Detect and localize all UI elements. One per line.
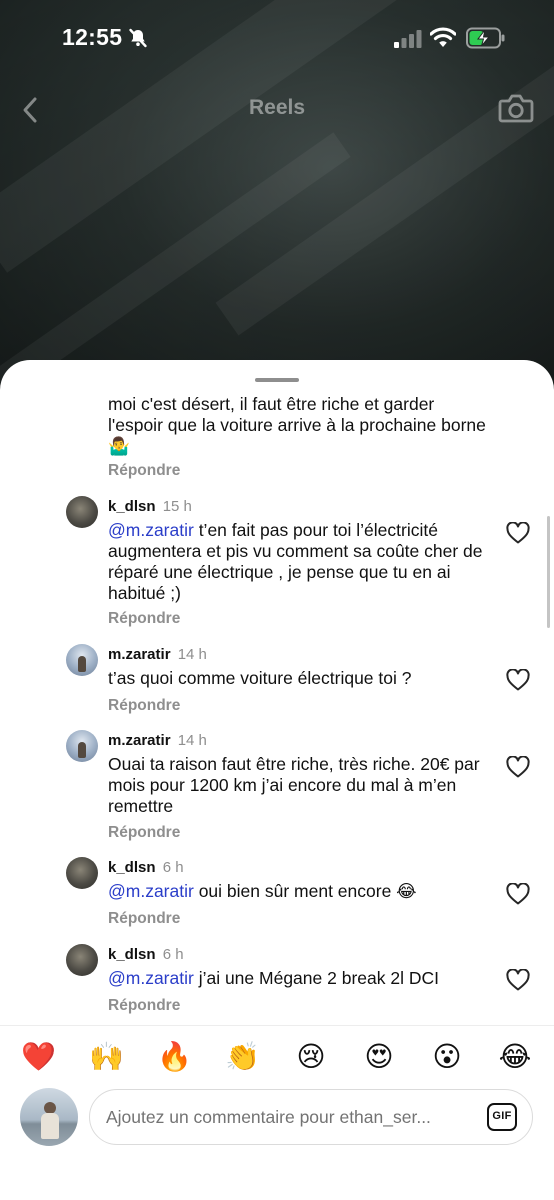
cellular-signal-icon <box>394 30 422 48</box>
reaction-clap-emoji[interactable]: 👏 <box>225 1040 260 1074</box>
reply-button[interactable]: Répondre <box>108 610 180 628</box>
avatar[interactable] <box>66 496 98 528</box>
reply-button[interactable]: Répondre <box>108 697 180 715</box>
mention-link[interactable]: @m.zaratir <box>108 881 194 901</box>
comment-text: @m.zaratir j’ai une Mégane 2 break 2l DC… <box>108 968 488 989</box>
comment-text: t’as quoi comme voiture électrique toi ? <box>108 668 412 688</box>
reaction-fire-emoji[interactable]: 🔥 <box>157 1040 192 1074</box>
comment-time: 6 h <box>162 946 184 963</box>
comment-time: 6 h <box>162 859 184 876</box>
comment-time: 14 h <box>177 732 207 749</box>
avatar[interactable] <box>66 644 98 676</box>
reaction-surprised-emoji[interactable]: 😮 <box>430 1040 464 1074</box>
nav-bar: Reels <box>0 88 554 132</box>
comment-username[interactable]: k_dlsn <box>108 859 156 876</box>
comment-text: moi c'est désert, il faut être riche et … <box>108 394 486 456</box>
like-heart-icon[interactable] <box>506 756 530 778</box>
comment-username[interactable]: m.zaratir <box>108 732 171 749</box>
comments-list: moi c'est désert, il faut être riche et … <box>0 360 554 1025</box>
gif-button[interactable]: GIF <box>487 1103 517 1131</box>
comment-header: m.zaratir 14 h <box>108 732 207 750</box>
camera-icon[interactable] <box>498 92 534 124</box>
quick-reactions-bar: ❤️ 🙌 🔥 👏 😢 😍 😮 😂 <box>0 1025 554 1085</box>
comment-username[interactable]: m.zaratir <box>108 646 171 663</box>
like-heart-icon[interactable] <box>506 522 530 544</box>
reaction-crying-emoji[interactable]: 😢 <box>294 1040 328 1074</box>
comment-text: @m.zaratir oui bien sûr ment encore 😂 <box>108 881 488 902</box>
comment-body: j’ai une Mégane 2 break 2l DCI <box>193 968 439 988</box>
current-user-avatar <box>20 1088 78 1146</box>
comment-body: oui bien sûr ment encore 😂 <box>193 881 417 901</box>
comment-text: Ouai ta raison faut être riche, très ric… <box>108 754 480 816</box>
reaction-heart-eyes-emoji[interactable]: 😍 <box>362 1040 396 1074</box>
avatar[interactable] <box>66 730 98 762</box>
reaction-heart-emoji[interactable]: ❤️ <box>21 1040 56 1074</box>
status-time: 12:55 <box>62 24 123 50</box>
reply-button[interactable]: Répondre <box>108 824 180 842</box>
reply-button[interactable]: Répondre <box>108 997 180 1015</box>
comment-input-pill: GIF <box>89 1089 533 1145</box>
reaction-raised-hands-emoji[interactable]: 🙌 <box>89 1040 124 1074</box>
avatar[interactable] <box>66 944 98 976</box>
mention-link[interactable]: @m.zaratir <box>108 520 194 540</box>
battery-charging-icon <box>466 27 505 49</box>
reply-button[interactable]: Répondre <box>108 462 180 480</box>
comments-sheet: moi c'est désert, il faut être riche et … <box>0 360 554 1200</box>
status-bar: 12:55 <box>0 0 554 76</box>
bell-muted-icon <box>129 28 147 48</box>
comment-input[interactable] <box>106 1090 470 1144</box>
like-heart-icon[interactable] <box>506 969 530 991</box>
comment-time: 14 h <box>177 646 207 663</box>
wifi-icon <box>430 27 456 47</box>
comment-text: @m.zaratir t’en fait pas pour toi l’élec… <box>108 520 488 604</box>
comment-header: m.zaratir 14 h <box>108 646 207 664</box>
comment-header: k_dlsn 6 h <box>108 859 184 877</box>
like-heart-icon[interactable] <box>506 669 530 691</box>
comment-username[interactable]: k_dlsn <box>108 498 156 515</box>
comment-header: k_dlsn 6 h <box>108 946 184 964</box>
comment-composer: GIF <box>0 1085 554 1200</box>
comment-header: k_dlsn 15 h <box>108 498 192 516</box>
comment-time: 15 h <box>162 498 192 515</box>
reaction-laughing-emoji[interactable]: 😂 <box>498 1040 532 1074</box>
like-heart-icon[interactable] <box>506 883 530 905</box>
avatar[interactable] <box>66 857 98 889</box>
mention-link[interactable]: @m.zaratir <box>108 968 194 988</box>
nav-title: Reels <box>248 96 306 119</box>
reply-button[interactable]: Répondre <box>108 910 180 928</box>
comment-username[interactable]: k_dlsn <box>108 946 156 963</box>
